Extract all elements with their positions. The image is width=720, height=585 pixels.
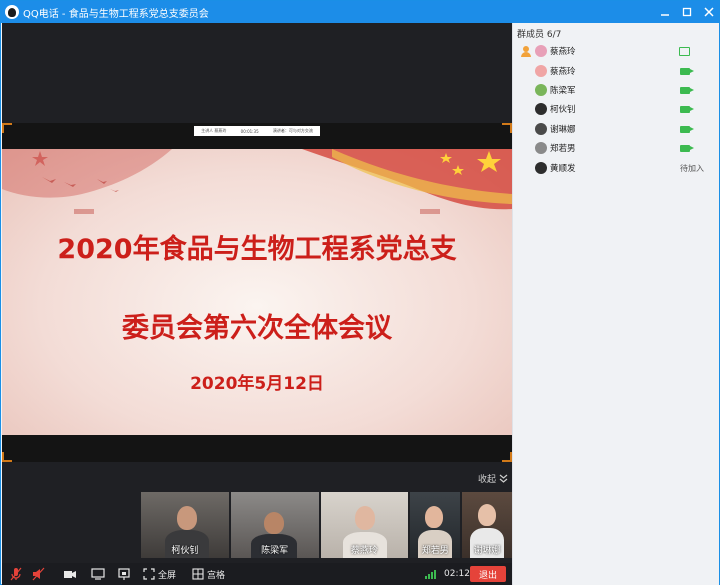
maximize-icon[interactable] — [681, 6, 693, 18]
share-note: 演讲者：可与对方交流 — [272, 128, 313, 133]
speaker-muted-icon[interactable] — [32, 567, 45, 581]
camera-on-icon — [680, 67, 694, 75]
participant-tile[interactable]: 柯伙钊 — [141, 492, 229, 558]
member-name: 柯伙钊 — [550, 105, 576, 115]
screen-share-status-icon — [679, 46, 690, 56]
qq-logo-icon — [5, 5, 19, 19]
member-status: 待加入 — [680, 163, 704, 173]
slide-title-line1: 2020年食品与生物工程系党总支 — [57, 234, 457, 265]
focus-corner-icon — [2, 452, 12, 462]
member-name: 谢琳娜 — [550, 125, 576, 135]
participant-tile[interactable]: 郑若男 — [410, 492, 461, 558]
member-name: 黄顺发 — [550, 164, 576, 174]
member-name: 陈梁军 — [550, 86, 576, 96]
grid-icon — [192, 568, 204, 580]
participant-name: 柯伙钊 — [171, 546, 199, 556]
screen-share-icon[interactable] — [91, 567, 105, 581]
signal-strength-icon — [425, 567, 439, 581]
member-row[interactable]: 陈梁军 — [513, 81, 720, 99]
window-title: QQ电话 - 食品与生物工程系党总支委员会 — [23, 8, 209, 20]
focus-corner-icon — [502, 452, 512, 462]
chevron-down-icon — [499, 474, 508, 483]
avatar — [535, 103, 547, 115]
participant-name: 郑若男 — [421, 546, 449, 556]
collapse-button[interactable]: 收起 — [478, 472, 508, 485]
member-name: 郑若男 — [550, 144, 576, 154]
participant-video-strip: 柯伙钊 陈梁军 蔡燕玲 郑若男 谢琳娜 — [141, 492, 513, 558]
member-row[interactable]: 蔡燕玲 — [513, 62, 720, 80]
call-timer: 02:12 — [444, 569, 470, 579]
camera-on-icon — [680, 105, 694, 113]
participant-name: 蔡燕玲 — [350, 546, 378, 556]
call-toolbar: 全屏 宫格 02:12 退出 — [2, 563, 512, 585]
fullscreen-icon — [143, 568, 155, 580]
close-icon[interactable] — [703, 6, 715, 18]
participant-tile[interactable]: 陈梁军 — [230, 492, 319, 558]
grid-label: 宫格 — [207, 570, 226, 581]
member-row[interactable]: 郑若男 — [513, 139, 720, 157]
member-name: 蔡燕玲 — [550, 47, 576, 57]
member-panel: 群成员 6/7 蔡燕玲 蔡燕玲 陈梁军 柯伙钊 谢琳娜 郑若男 黄顺发 待加入 — [512, 23, 719, 585]
member-row[interactable]: 蔡燕玲 — [513, 42, 720, 60]
focus-corner-icon — [2, 123, 12, 133]
fullscreen-button[interactable]: 全屏 — [143, 567, 176, 581]
avatar — [535, 45, 547, 57]
camera-on-icon — [680, 86, 694, 94]
focus-corner-icon — [502, 123, 512, 133]
camera-icon[interactable] — [63, 567, 77, 581]
slide-date: 2020年5月12日 — [190, 374, 324, 394]
member-name: 蔡燕玲 — [550, 67, 576, 77]
qq-call-window: QQ电话 - 食品与生物工程系党总支委员会 主讲人 蔡燕玲 00:01:35 演… — [0, 0, 720, 585]
participant-tile[interactable]: 谢琳娜 — [462, 492, 513, 558]
title-bar: QQ电话 - 食品与生物工程系党总支委员会 — [1, 1, 719, 23]
avatar — [535, 142, 547, 154]
minimize-icon[interactable] — [659, 6, 671, 18]
avatar — [535, 123, 547, 135]
hangup-button[interactable]: 退出 — [470, 566, 506, 582]
camera-on-icon — [680, 125, 694, 133]
collapse-label: 收起 — [477, 475, 496, 485]
avatar — [535, 162, 547, 174]
window-controls — [659, 1, 715, 23]
fullscreen-label: 全屏 — [158, 570, 177, 581]
member-count-title: 群成员 6/7 — [517, 30, 562, 40]
whiteboard-icon[interactable] — [117, 567, 131, 581]
avatar — [535, 84, 547, 96]
slide-title-line2: 委员会第六次全体会议 — [122, 313, 392, 344]
avatar — [535, 65, 547, 77]
member-row[interactable]: 谢琳娜 — [513, 120, 720, 138]
camera-on-icon — [680, 144, 694, 152]
share-time: 00:01:35 — [240, 128, 259, 134]
share-presenter: 主讲人 蔡燕玲 — [201, 128, 227, 133]
mic-muted-icon[interactable] — [10, 567, 22, 581]
participant-name: 陈梁军 — [261, 546, 289, 556]
share-info-bar: 主讲人 蔡燕玲 00:01:35 演讲者：可与对方交流 — [194, 126, 320, 136]
video-stage: 主讲人 蔡燕玲 00:01:35 演讲者：可与对方交流 2020年食品与生物工程… — [2, 23, 513, 585]
grid-view-button[interactable]: 宫格 — [192, 567, 225, 581]
member-row[interactable]: 柯伙钊 — [513, 100, 720, 118]
member-row[interactable]: 黄顺发 待加入 — [513, 159, 720, 177]
participant-name: 谢琳娜 — [473, 546, 501, 556]
participant-tile[interactable]: 蔡燕玲 — [320, 492, 409, 558]
presentation-slide: 2020年食品与生物工程系党总支 委员会第六次全体会议 2020年5月12日 — [2, 149, 512, 435]
host-icon — [521, 45, 531, 57]
screen-share-view[interactable]: 主讲人 蔡燕玲 00:01:35 演讲者：可与对方交流 2020年食品与生物工程… — [2, 123, 512, 462]
